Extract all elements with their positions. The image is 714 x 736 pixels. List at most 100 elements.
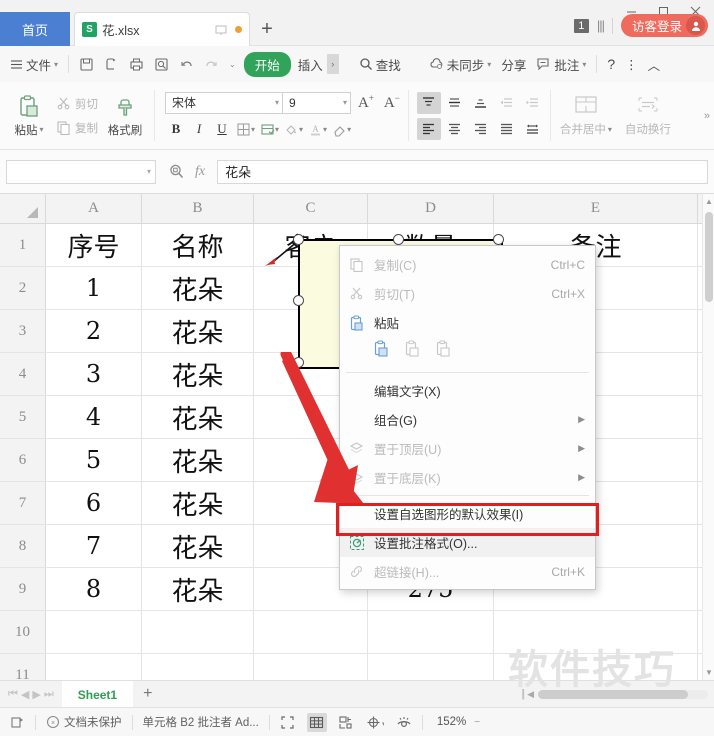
cell-a1[interactable]: 序号 bbox=[46, 224, 142, 266]
cell-b10[interactable] bbox=[142, 611, 254, 653]
cell-a4[interactable]: 3 bbox=[46, 353, 142, 395]
row-header-4[interactable]: 4 bbox=[0, 353, 46, 395]
row-header-11[interactable]: 11 bbox=[0, 654, 46, 680]
align-middle-button[interactable] bbox=[443, 92, 467, 114]
print-button[interactable] bbox=[125, 54, 148, 75]
add-sheet-button[interactable]: + bbox=[133, 685, 162, 703]
cell-b5[interactable]: 花朵 bbox=[142, 396, 254, 438]
fx-icon[interactable]: fx bbox=[195, 164, 205, 180]
row-header-10[interactable]: 10 bbox=[0, 611, 46, 653]
zoom-control[interactable]: 152% − bbox=[423, 708, 490, 736]
cell-a3[interactable]: 2 bbox=[46, 310, 142, 352]
row-header-1[interactable]: 1 bbox=[0, 224, 46, 266]
cell-b6[interactable]: 花朵 bbox=[142, 439, 254, 481]
cell-a10[interactable] bbox=[46, 611, 142, 653]
help-button[interactable]: ? bbox=[603, 53, 619, 75]
find-button[interactable]: 查找 bbox=[355, 52, 405, 77]
cell-c11[interactable] bbox=[254, 654, 368, 680]
font-color-button[interactable]: A ▾ bbox=[306, 119, 329, 140]
cell-b9[interactable]: 花朵 bbox=[142, 568, 254, 610]
align-left-button[interactable] bbox=[416, 117, 441, 140]
align-top-button[interactable] bbox=[416, 91, 441, 114]
select-all-corner[interactable] bbox=[0, 194, 46, 223]
row-header-5[interactable]: 5 bbox=[0, 396, 46, 438]
scroll-down-icon[interactable]: ▼ bbox=[705, 668, 713, 677]
first-sheet-icon[interactable]: ⏮ bbox=[8, 688, 18, 701]
status-record-macro-button[interactable] bbox=[0, 708, 35, 736]
save-button[interactable] bbox=[75, 54, 98, 75]
clear-format-button[interactable]: ▾ bbox=[330, 119, 353, 140]
increase-font-size-button[interactable]: A+ bbox=[355, 93, 377, 112]
guest-login-button[interactable]: 访客登录 bbox=[620, 14, 708, 37]
wrap-text-button[interactable]: 自动换行 bbox=[617, 86, 679, 146]
font-name-combobox[interactable]: 宋体 ▾ bbox=[165, 91, 283, 114]
cell-b8[interactable]: 花朵 bbox=[142, 525, 254, 567]
resize-handle-middle-left[interactable] bbox=[293, 295, 304, 306]
cell-a5[interactable]: 4 bbox=[46, 396, 142, 438]
monitor-icon[interactable] bbox=[214, 23, 228, 37]
sheet-tab-sheet1[interactable]: Sheet1 bbox=[61, 680, 134, 708]
tab-start[interactable]: 开始 bbox=[243, 51, 291, 77]
paste-option-values-icon[interactable] bbox=[404, 340, 421, 363]
undo-button[interactable] bbox=[175, 54, 198, 75]
document-tab-flower-xlsx[interactable]: S 花.xlsx bbox=[74, 12, 250, 46]
zoom-out-icon[interactable]: − bbox=[474, 717, 480, 728]
cell-b7[interactable]: 花朵 bbox=[142, 482, 254, 524]
distribute-button[interactable] bbox=[521, 118, 545, 140]
menu-item-hyperlink[interactable]: 超链接(H)... Ctrl+K bbox=[340, 557, 595, 586]
quick-access-more-button[interactable]: ⌄ bbox=[225, 57, 240, 72]
cell-a6[interactable]: 5 bbox=[46, 439, 142, 481]
resize-handle-top-left[interactable] bbox=[293, 234, 304, 245]
font-size-combobox[interactable]: 9 ▾ bbox=[283, 91, 351, 114]
row-header-8[interactable]: 8 bbox=[0, 525, 46, 567]
formula-input[interactable]: 花朵 bbox=[217, 159, 708, 184]
cell-a7[interactable]: 6 bbox=[46, 482, 142, 524]
underline-button[interactable]: U bbox=[211, 119, 233, 140]
italic-button[interactable]: I bbox=[188, 119, 210, 140]
new-tab-button[interactable]: + bbox=[250, 12, 284, 46]
column-header-a[interactable]: A bbox=[46, 194, 142, 223]
row-header-7[interactable]: 7 bbox=[0, 482, 46, 524]
share-button[interactable]: 分享 bbox=[497, 52, 530, 77]
status-cell-info[interactable]: 单元格 B2 批注者 Ad... bbox=[133, 708, 269, 736]
cut-button[interactable]: 剪切 bbox=[53, 95, 101, 113]
row-header-3[interactable]: 3 bbox=[0, 310, 46, 352]
paste-option-formatting-icon[interactable] bbox=[435, 340, 452, 363]
cell-d11[interactable] bbox=[368, 654, 494, 680]
align-right-button[interactable] bbox=[469, 118, 493, 140]
menu-item-cut[interactable]: 剪切(T) Ctrl+X bbox=[340, 279, 595, 308]
decrease-indent-button[interactable] bbox=[495, 92, 519, 114]
borders-button[interactable]: ▾ bbox=[234, 119, 257, 140]
page-layout-view-button[interactable] bbox=[336, 713, 356, 732]
search-formula-icon[interactable] bbox=[168, 163, 185, 180]
menu-item-paste[interactable]: 粘贴 bbox=[340, 308, 595, 337]
comment-button[interactable]: 批注 ▾ bbox=[532, 52, 590, 77]
cell-a9[interactable]: 8 bbox=[46, 568, 142, 610]
collapse-ribbon-button[interactable]: ︿ bbox=[644, 52, 665, 77]
last-sheet-icon[interactable]: ⏭ bbox=[44, 688, 54, 701]
more-options-button[interactable]: ⋮ bbox=[621, 54, 642, 75]
file-menu-button[interactable]: 文件 ▾ bbox=[6, 52, 62, 77]
home-tab[interactable]: 首页 bbox=[0, 12, 70, 46]
tab-list-icon[interactable]: ||| bbox=[597, 18, 605, 33]
prev-sheet-icon[interactable]: ◀ bbox=[21, 688, 29, 701]
column-header-b[interactable]: B bbox=[142, 194, 254, 223]
name-box[interactable]: ▾ bbox=[6, 159, 156, 184]
vertical-scroll-thumb[interactable] bbox=[705, 212, 713, 302]
cell-c10[interactable] bbox=[254, 611, 368, 653]
cell-b3[interactable]: 花朵 bbox=[142, 310, 254, 352]
tab-insert[interactable]: 插入 bbox=[293, 52, 325, 77]
scroll-up-icon[interactable]: ▲ bbox=[705, 197, 713, 206]
resize-handle-top-center[interactable] bbox=[393, 234, 404, 245]
increase-indent-button[interactable] bbox=[521, 92, 545, 114]
merge-center-button[interactable]: 合并居中 ▾ bbox=[555, 86, 617, 146]
cell-b1[interactable]: 名称 bbox=[142, 224, 254, 266]
ribbon-overflow-icon[interactable]: » bbox=[704, 82, 714, 149]
fill-color-button[interactable]: ▾ bbox=[282, 119, 305, 140]
cell-style-button[interactable]: ▾ bbox=[258, 119, 281, 140]
sync-status-button[interactable]: 未同步 ▾ bbox=[425, 52, 496, 77]
align-bottom-button[interactable] bbox=[469, 92, 493, 114]
row-header-2[interactable]: 2 bbox=[0, 267, 46, 309]
status-protection[interactable]: × 文档未保护 bbox=[36, 708, 132, 736]
decrease-font-size-button[interactable]: A− bbox=[381, 93, 403, 112]
